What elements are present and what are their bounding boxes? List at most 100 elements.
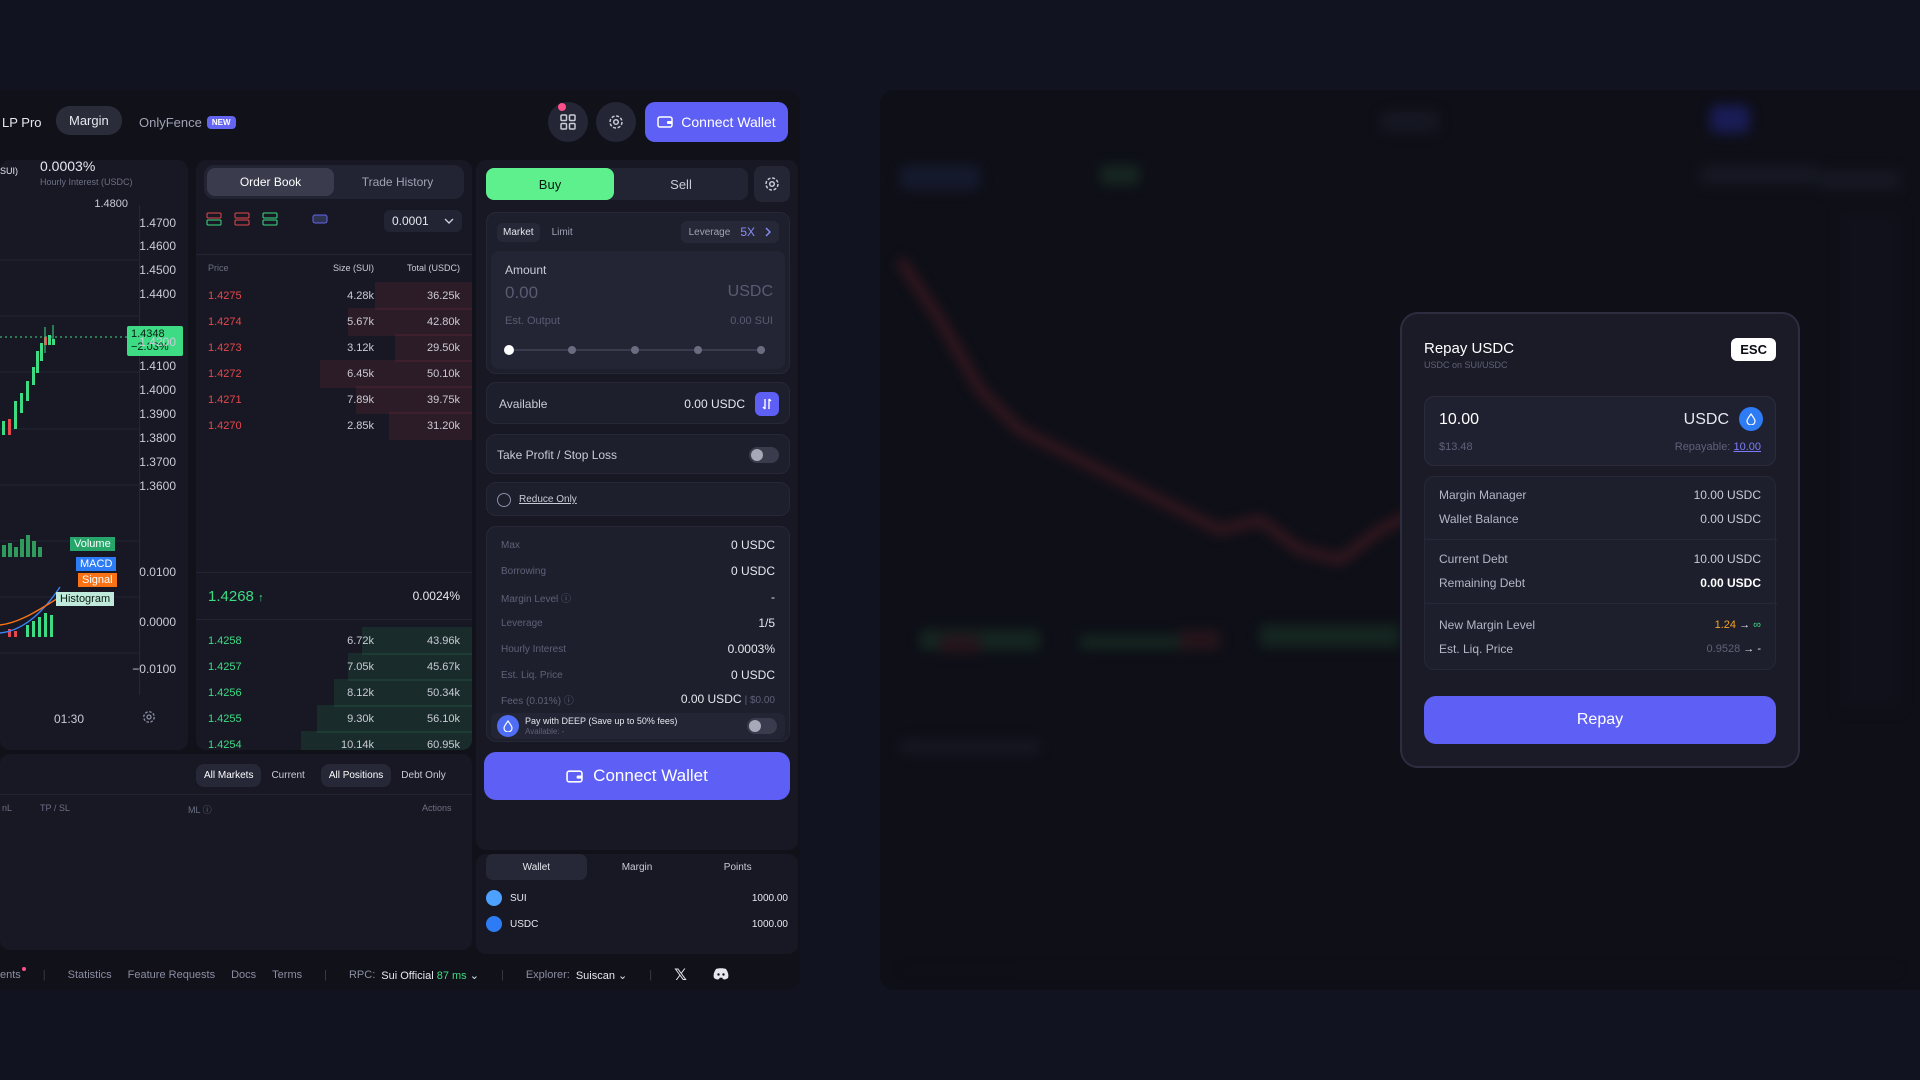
row-price: 1.4254 (208, 739, 242, 750)
orderbook-row[interactable]: 1.4270 2.85k 31.20k (196, 410, 472, 442)
deep-toggle[interactable] (747, 718, 777, 734)
footer-fragment[interactable]: ents (0, 967, 26, 981)
sell-button[interactable]: Sell (614, 168, 748, 200)
row-total: 36.25k (426, 290, 460, 302)
balance-row: USDC 1000.00 (486, 914, 788, 934)
summary-label: Remaining Debt (1439, 576, 1526, 590)
repay-summary: Margin Manager 10.00 USDC Wallet Balance 0.… (1424, 476, 1777, 670)
view-asks-icon[interactable] (234, 212, 250, 226)
chevron-down-icon: ⌄ (469, 969, 479, 982)
new-margin-from: 1.24 (1714, 619, 1737, 631)
esc-button[interactable]: ESC (1731, 338, 1776, 361)
swap-button[interactable] (755, 392, 779, 416)
fees-label: Fees (0.01%) ⓘ (501, 695, 574, 707)
price-tick: 1.4200 (139, 335, 176, 349)
slider-stops[interactable] (503, 343, 773, 357)
positions-tab[interactable]: All Positions (320, 764, 392, 787)
available-value: 0.00 USDC (684, 397, 745, 411)
footer-terms-link[interactable]: Terms (272, 969, 302, 981)
detail-label: Borrowing (501, 565, 547, 577)
connect-wallet-top-button[interactable]: Connect Wallet (645, 102, 788, 142)
price-tick: 1.4500 (139, 263, 176, 277)
price-tick: 1.3700 (139, 455, 176, 469)
deep-token-icon (497, 715, 519, 737)
tab-limit[interactable]: Limit (546, 223, 579, 242)
chevron-down-icon: ⌄ (618, 969, 628, 982)
liq-to: - (1757, 643, 1761, 655)
summary-value: 10.00 USDC (1693, 552, 1761, 566)
col-price: Price (208, 263, 229, 273)
notification-dot (558, 103, 566, 111)
tab-market[interactable]: Market (497, 223, 540, 242)
view-depth-icon[interactable] (312, 212, 328, 226)
deep-sub: Available: - (525, 727, 565, 736)
positions-tab[interactable]: Debt Only (393, 764, 453, 787)
positions-tab[interactable]: Current (263, 764, 312, 787)
explorer-selector[interactable]: Suiscan ⌄ (576, 969, 627, 982)
sui-token-icon (486, 890, 502, 906)
amount-label: Amount (505, 263, 547, 277)
precision-select[interactable]: 0.0001 (384, 210, 462, 232)
amount-input-area[interactable]: Amount 0.00 USDC Est. Output 0.00 SUI (491, 251, 785, 369)
connect-wallet-main-button[interactable]: Connect Wallet (484, 752, 790, 800)
row-total: 43.96k (426, 635, 460, 647)
tab-wallet[interactable]: Wallet (486, 854, 587, 880)
repayable-value[interactable]: 10.00 (1733, 441, 1761, 453)
col-size: Size (SUI) (332, 263, 374, 273)
view-both-icon[interactable] (206, 212, 222, 226)
summary-row: Wallet Balance 0.00 USDC (1439, 507, 1761, 531)
settings-button[interactable] (596, 102, 636, 142)
tpsl-toggle[interactable] (749, 447, 779, 463)
price-chart[interactable]: SUI) 0.0003% Hourly Interest (USDC) 1.48… (0, 158, 188, 750)
arrow-right-icon: → (1743, 643, 1755, 655)
nav-margin-tab[interactable]: Margin (56, 106, 122, 135)
side-toggle: Buy Sell (486, 168, 748, 200)
tab-points[interactable]: Points (687, 854, 788, 880)
mid-price: 1.4268 ↑ (208, 588, 264, 605)
gear-icon (765, 177, 779, 191)
row-size: 5.67k (347, 316, 374, 328)
positions-tab[interactable]: All Markets (196, 764, 262, 787)
divider (1425, 539, 1777, 540)
view-bids-icon[interactable] (262, 212, 278, 226)
detail-row: Margin Level ⓘ - (501, 585, 775, 609)
reduce-only-checkbox[interactable] (497, 493, 511, 507)
form-settings-button[interactable] (754, 166, 790, 202)
footer-feature-requests-link[interactable]: Feature Requests (128, 969, 215, 981)
repay-amount-input[interactable]: 10.00 (1439, 411, 1479, 429)
balances-tabs: Wallet Margin Points (486, 854, 788, 880)
repay-button[interactable]: Repay (1424, 696, 1776, 744)
deep-label: Pay with DEEP (Save up to 50% fees) (525, 716, 678, 726)
row-size: 2.85k (347, 420, 374, 432)
col-actions: Actions (422, 803, 452, 813)
balance-amount: 1000.00 (751, 918, 788, 930)
order-type-tabs: Market Limit (497, 223, 579, 242)
reduce-only-label: Reduce Only (519, 494, 577, 505)
repay-amount-box[interactable]: 10.00 USDC $13.48 Repayable: 10.00 (1424, 396, 1776, 466)
tab-trade-history[interactable]: Trade History (334, 168, 461, 196)
footer-docs-link[interactable]: Docs (231, 969, 256, 981)
nav-onlyfence-tab[interactable]: OnlyFence NEW (139, 115, 236, 130)
amount-input[interactable]: 0.00 (505, 283, 538, 303)
x-social-icon[interactable]: 𝕏 (674, 965, 687, 985)
balance-amount: 1000.00 (751, 892, 788, 904)
apps-button[interactable] (548, 102, 588, 142)
orderbook-row[interactable]: 1.4254 10.14k 60.95k (196, 729, 472, 750)
fees-sub: | $0.00 (744, 695, 775, 706)
buy-button[interactable]: Buy (486, 168, 614, 200)
divider (1425, 603, 1777, 604)
discord-icon[interactable] (713, 967, 729, 983)
price-tick: 1.3800 (139, 431, 176, 445)
row-price: 1.4273 (208, 342, 242, 354)
tab-order-book[interactable]: Order Book (207, 168, 334, 196)
footer-statistics-link[interactable]: Statistics (68, 969, 112, 981)
summary-row: Current Debt 10.00 USDC (1439, 547, 1761, 571)
rpc-selector[interactable]: Sui Official 87 ms ⌄ (381, 969, 479, 982)
repay-unit: USDC (1683, 411, 1729, 428)
price-tick: 1.3900 (139, 407, 176, 421)
positions-tabs: All Markets Current All Positions Debt Only (196, 764, 454, 787)
leverage-selector[interactable]: Leverage 5X (680, 221, 779, 243)
tab-margin[interactable]: Margin (587, 854, 688, 880)
liq-from: 0.9528 (1706, 643, 1741, 655)
detail-value: 0 USDC (730, 538, 775, 552)
